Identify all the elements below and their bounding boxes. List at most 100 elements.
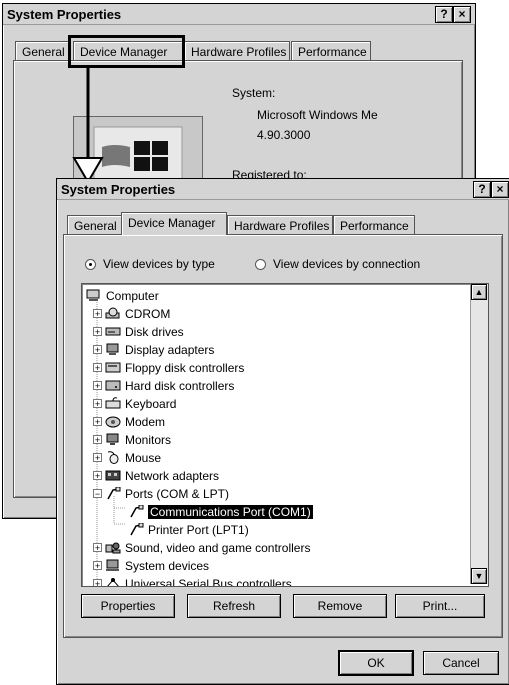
tree-row-label: Monitors (125, 432, 172, 447)
tree-row[interactable]: + Floppy disk controllers (93, 359, 244, 376)
tab-highlight-box (68, 35, 185, 68)
tree-row[interactable]: + Mouse (93, 449, 161, 466)
os-version: 4.90.3000 (257, 128, 311, 142)
tree-row[interactable]: − Ports (COM & LPT) (93, 485, 229, 502)
close-button[interactable]: × (491, 181, 509, 198)
back-window-title: System Properties (7, 7, 122, 22)
tab-performance[interactable]: Performance (333, 215, 415, 235)
tree-row-label: Ports (COM & LPT) (125, 486, 230, 501)
tree-row-label: Hard disk controllers (125, 378, 235, 393)
tree-row[interactable]: + Modem (93, 413, 165, 430)
ok-button[interactable]: OK (339, 651, 413, 675)
disk-drive-icon (105, 325, 125, 338)
expand-icon[interactable]: + (93, 399, 102, 409)
expand-icon[interactable]: + (93, 543, 102, 553)
tree-row-label: System devices (125, 558, 210, 573)
back-help-button[interactable]: ? (435, 6, 453, 23)
cdrom-icon (105, 307, 125, 320)
tree-row-label: Sound, video and game controllers (125, 540, 311, 555)
properties-button[interactable]: Properties (81, 594, 175, 618)
system-devices-icon (105, 559, 125, 572)
tree-row[interactable]: + Sound, video and game controllers (93, 539, 310, 556)
usb-icon (105, 577, 125, 586)
computer-icon (86, 289, 106, 302)
tree-row-label: Network adapters (125, 468, 220, 483)
tree-row-label: Printer Port (LPT1) (148, 522, 249, 537)
port-icon (128, 505, 148, 518)
system-label: System: (232, 86, 276, 100)
scroll-down-button[interactable]: ▼ (471, 568, 487, 584)
tree-row-label: Display adapters (125, 342, 215, 357)
tree-row[interactable]: + Network adapters (93, 467, 219, 484)
back-tab-performance[interactable]: Performance (291, 41, 371, 61)
back-title-bar: System Properties ? × (3, 4, 475, 25)
tree-row-label: Modem (125, 414, 166, 429)
expand-icon[interactable]: + (93, 327, 102, 337)
tree-row-label: Universal Serial Bus controllers (125, 576, 292, 587)
callout-arrow (72, 68, 104, 184)
help-button[interactable]: ? (473, 181, 491, 198)
tree-row[interactable]: + Disk drives (93, 323, 184, 340)
floppy-controller-icon (105, 361, 125, 374)
expand-icon[interactable]: + (93, 579, 102, 586)
os-name: Microsoft Windows Me (257, 108, 378, 122)
tree-row[interactable]: Communications Port (COM1) (128, 503, 314, 520)
sound-icon (105, 541, 125, 554)
back-tab-general[interactable]: General (15, 41, 70, 61)
monitor-icon (105, 433, 125, 446)
expand-icon[interactable]: + (93, 309, 102, 319)
tab-device-manager[interactable]: Device Manager (121, 212, 227, 235)
tree-row-label: Keyboard (125, 396, 177, 411)
hard-disk-controller-icon (105, 379, 125, 392)
view-by-connection-radio[interactable] (255, 259, 266, 270)
tab-general[interactable]: General (67, 215, 123, 235)
tree-row[interactable]: + Universal Serial Bus controllers (93, 575, 292, 587)
scroll-up-button[interactable]: ▲ (471, 284, 487, 300)
device-tree[interactable]: Computer + CDROM + Disk drives + Display adapt… (81, 283, 489, 587)
tree-row[interactable]: + Hard disk controllers (93, 377, 234, 394)
expand-icon[interactable]: + (93, 435, 102, 445)
tree-vertical-scrollbar[interactable]: ▲ ▼ (470, 284, 488, 584)
refresh-button[interactable]: Refresh (187, 594, 281, 618)
front-window-title: System Properties (61, 182, 176, 197)
tree-row[interactable]: + Monitors (93, 431, 171, 448)
modem-icon (105, 415, 125, 428)
tree-row-label: Disk drives (125, 324, 184, 339)
expand-icon[interactable]: + (93, 363, 102, 373)
back-close-button[interactable]: × (453, 6, 471, 23)
expand-icon[interactable]: + (93, 345, 102, 355)
keyboard-icon (105, 397, 125, 410)
expand-icon[interactable]: + (93, 381, 102, 391)
tree-row-label: Communications Port (COM1) (147, 503, 314, 520)
tree-row[interactable]: + Display adapters (93, 341, 214, 358)
tree-row-label: CDROM (125, 306, 171, 321)
tree-row[interactable]: + Keyboard (93, 395, 176, 412)
expand-icon[interactable]: + (93, 417, 102, 427)
view-by-type-label[interactable]: View devices by type (103, 257, 215, 271)
network-adapter-icon (105, 469, 125, 482)
view-by-connection-label[interactable]: View devices by connection (273, 257, 420, 271)
tab-hardware-profiles[interactable]: Hardware Profiles (227, 215, 333, 235)
tree-row[interactable]: Printer Port (LPT1) (128, 521, 249, 538)
tree-row[interactable]: + System devices (93, 557, 209, 574)
port-icon (128, 523, 148, 536)
expand-icon[interactable]: + (93, 471, 102, 481)
expand-icon[interactable]: + (93, 453, 102, 463)
tree-row[interactable]: Computer (86, 287, 159, 304)
tree-row-label: Computer (106, 288, 159, 303)
back-tab-hardware-profiles[interactable]: Hardware Profiles (184, 41, 290, 61)
tree-row[interactable]: + CDROM (93, 305, 170, 322)
tree-row-label: Floppy disk controllers (125, 360, 245, 375)
print-button[interactable]: Print... (395, 594, 485, 618)
expand-icon[interactable]: + (93, 561, 102, 571)
front-title-bar: System Properties ? × (57, 179, 509, 200)
cancel-button[interactable]: Cancel (423, 651, 499, 675)
mouse-icon (105, 451, 125, 464)
front-system-properties-window: System Properties ? × General Device Man… (56, 178, 509, 685)
view-by-type-radio[interactable] (85, 259, 96, 270)
remove-button[interactable]: Remove (293, 594, 387, 618)
tree-row-label: Mouse (125, 450, 162, 465)
port-icon (105, 487, 125, 500)
display-adapter-icon (105, 343, 125, 356)
collapse-icon[interactable]: − (93, 489, 102, 499)
